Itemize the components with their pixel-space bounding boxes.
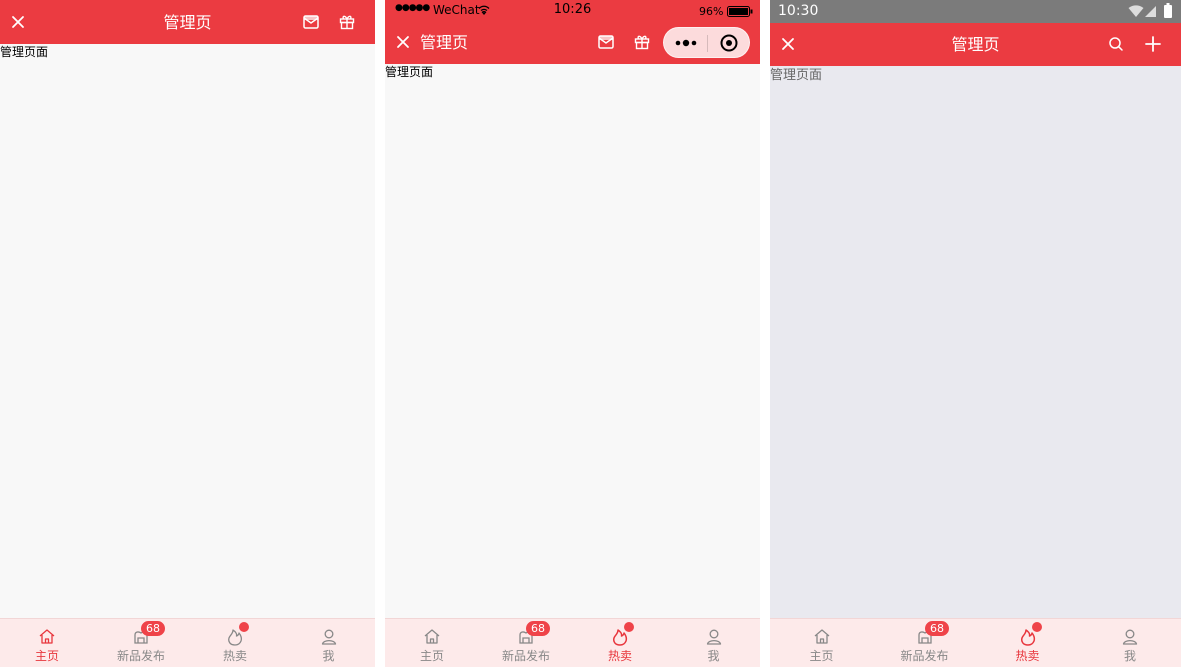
more-icon[interactable]: [674, 36, 698, 50]
status-bar: 10:30: [770, 0, 1181, 23]
tab-label: 热卖: [222, 649, 247, 663]
tab-hot-sale[interactable]: 热卖: [976, 619, 1079, 667]
page-content-text: 管理页面: [385, 65, 434, 79]
tab-label: 新品发布: [116, 649, 165, 663]
tab-bar: 主页 68 新品发布 热卖 我: [770, 618, 1181, 667]
tab-label: 热卖: [607, 649, 632, 663]
tab-label: 主页: [419, 649, 444, 663]
close-icon[interactable]: [395, 34, 411, 50]
page-content-text: 管理页面: [770, 68, 823, 83]
mini-program-capsule: [663, 27, 750, 58]
tab-hot-sale[interactable]: 热卖: [188, 619, 282, 667]
tab-hot-sale[interactable]: 热卖: [573, 619, 667, 667]
navbar: 管理页: [0, 0, 375, 44]
tab-label: 我: [707, 649, 720, 663]
page-title: 管理页: [420, 33, 469, 52]
tab-badge: 68: [526, 621, 550, 636]
home-icon: [422, 627, 442, 647]
gift-icon[interactable]: [338, 13, 356, 31]
navbar: 管理页: [770, 23, 1181, 66]
tab-bar: 主页 68 新品发布 热卖 我: [0, 618, 375, 667]
tab-new-products[interactable]: 68 新品发布: [479, 619, 573, 667]
tab-badge: 68: [925, 621, 949, 636]
tab-label: 热卖: [1015, 649, 1040, 663]
search-icon[interactable]: [1108, 36, 1124, 52]
battery-icon: [727, 6, 753, 17]
status-bar: ●●●●● WeChat 10:26 96%: [385, 0, 760, 22]
capsule-divider: [707, 35, 708, 52]
tab-home[interactable]: 主页: [0, 619, 94, 667]
tab-badge: 68: [141, 621, 165, 636]
user-icon: [704, 627, 724, 647]
phone-screen-3: 10:30 管理页 管理页面 主页 68 新品发布 热卖 我: [770, 0, 1181, 667]
tab-red-dot: [239, 622, 249, 632]
red-packet-icon[interactable]: [597, 33, 615, 51]
battery-percent: 96%: [699, 5, 724, 18]
tab-new-products[interactable]: 68 新品发布: [873, 619, 976, 667]
home-icon: [812, 627, 832, 647]
tab-label: 新品发布: [900, 649, 949, 663]
target-icon[interactable]: [719, 33, 739, 53]
home-icon: [37, 627, 57, 647]
tab-label: 主页: [34, 649, 59, 663]
tab-home[interactable]: 主页: [385, 619, 479, 667]
status-time: 10:30: [778, 3, 819, 19]
tab-me[interactable]: 我: [1079, 619, 1181, 667]
wifi-icon: [1128, 5, 1144, 18]
user-icon: [1120, 627, 1140, 647]
tab-label: 我: [322, 649, 335, 663]
tab-me[interactable]: 我: [667, 619, 760, 667]
phone-screen-1: 管理页 管理页面 主页 68 新品发布 热卖 我: [0, 0, 375, 667]
phone-screen-2: ●●●●● WeChat 10:26 96% 管理页 管理页面 主页 68 新品…: [385, 0, 760, 667]
tab-red-dot: [624, 622, 634, 632]
gift-icon[interactable]: [633, 33, 651, 51]
tab-bar: 主页 68 新品发布 热卖 我: [385, 618, 760, 667]
tab-me[interactable]: 我: [282, 619, 375, 667]
tab-label: 我: [1123, 649, 1136, 663]
signal-icon: [1145, 5, 1157, 18]
plus-icon[interactable]: [1144, 35, 1162, 53]
red-packet-icon[interactable]: [302, 13, 320, 31]
tab-home[interactable]: 主页: [770, 619, 873, 667]
tab-red-dot: [1032, 622, 1042, 632]
user-icon: [319, 627, 339, 647]
tab-label: 新品发布: [501, 649, 550, 663]
tab-new-products[interactable]: 68 新品发布: [94, 619, 188, 667]
battery-icon: [1164, 3, 1172, 18]
page-content-text: 管理页面: [0, 45, 49, 59]
tab-label: 主页: [809, 649, 834, 663]
